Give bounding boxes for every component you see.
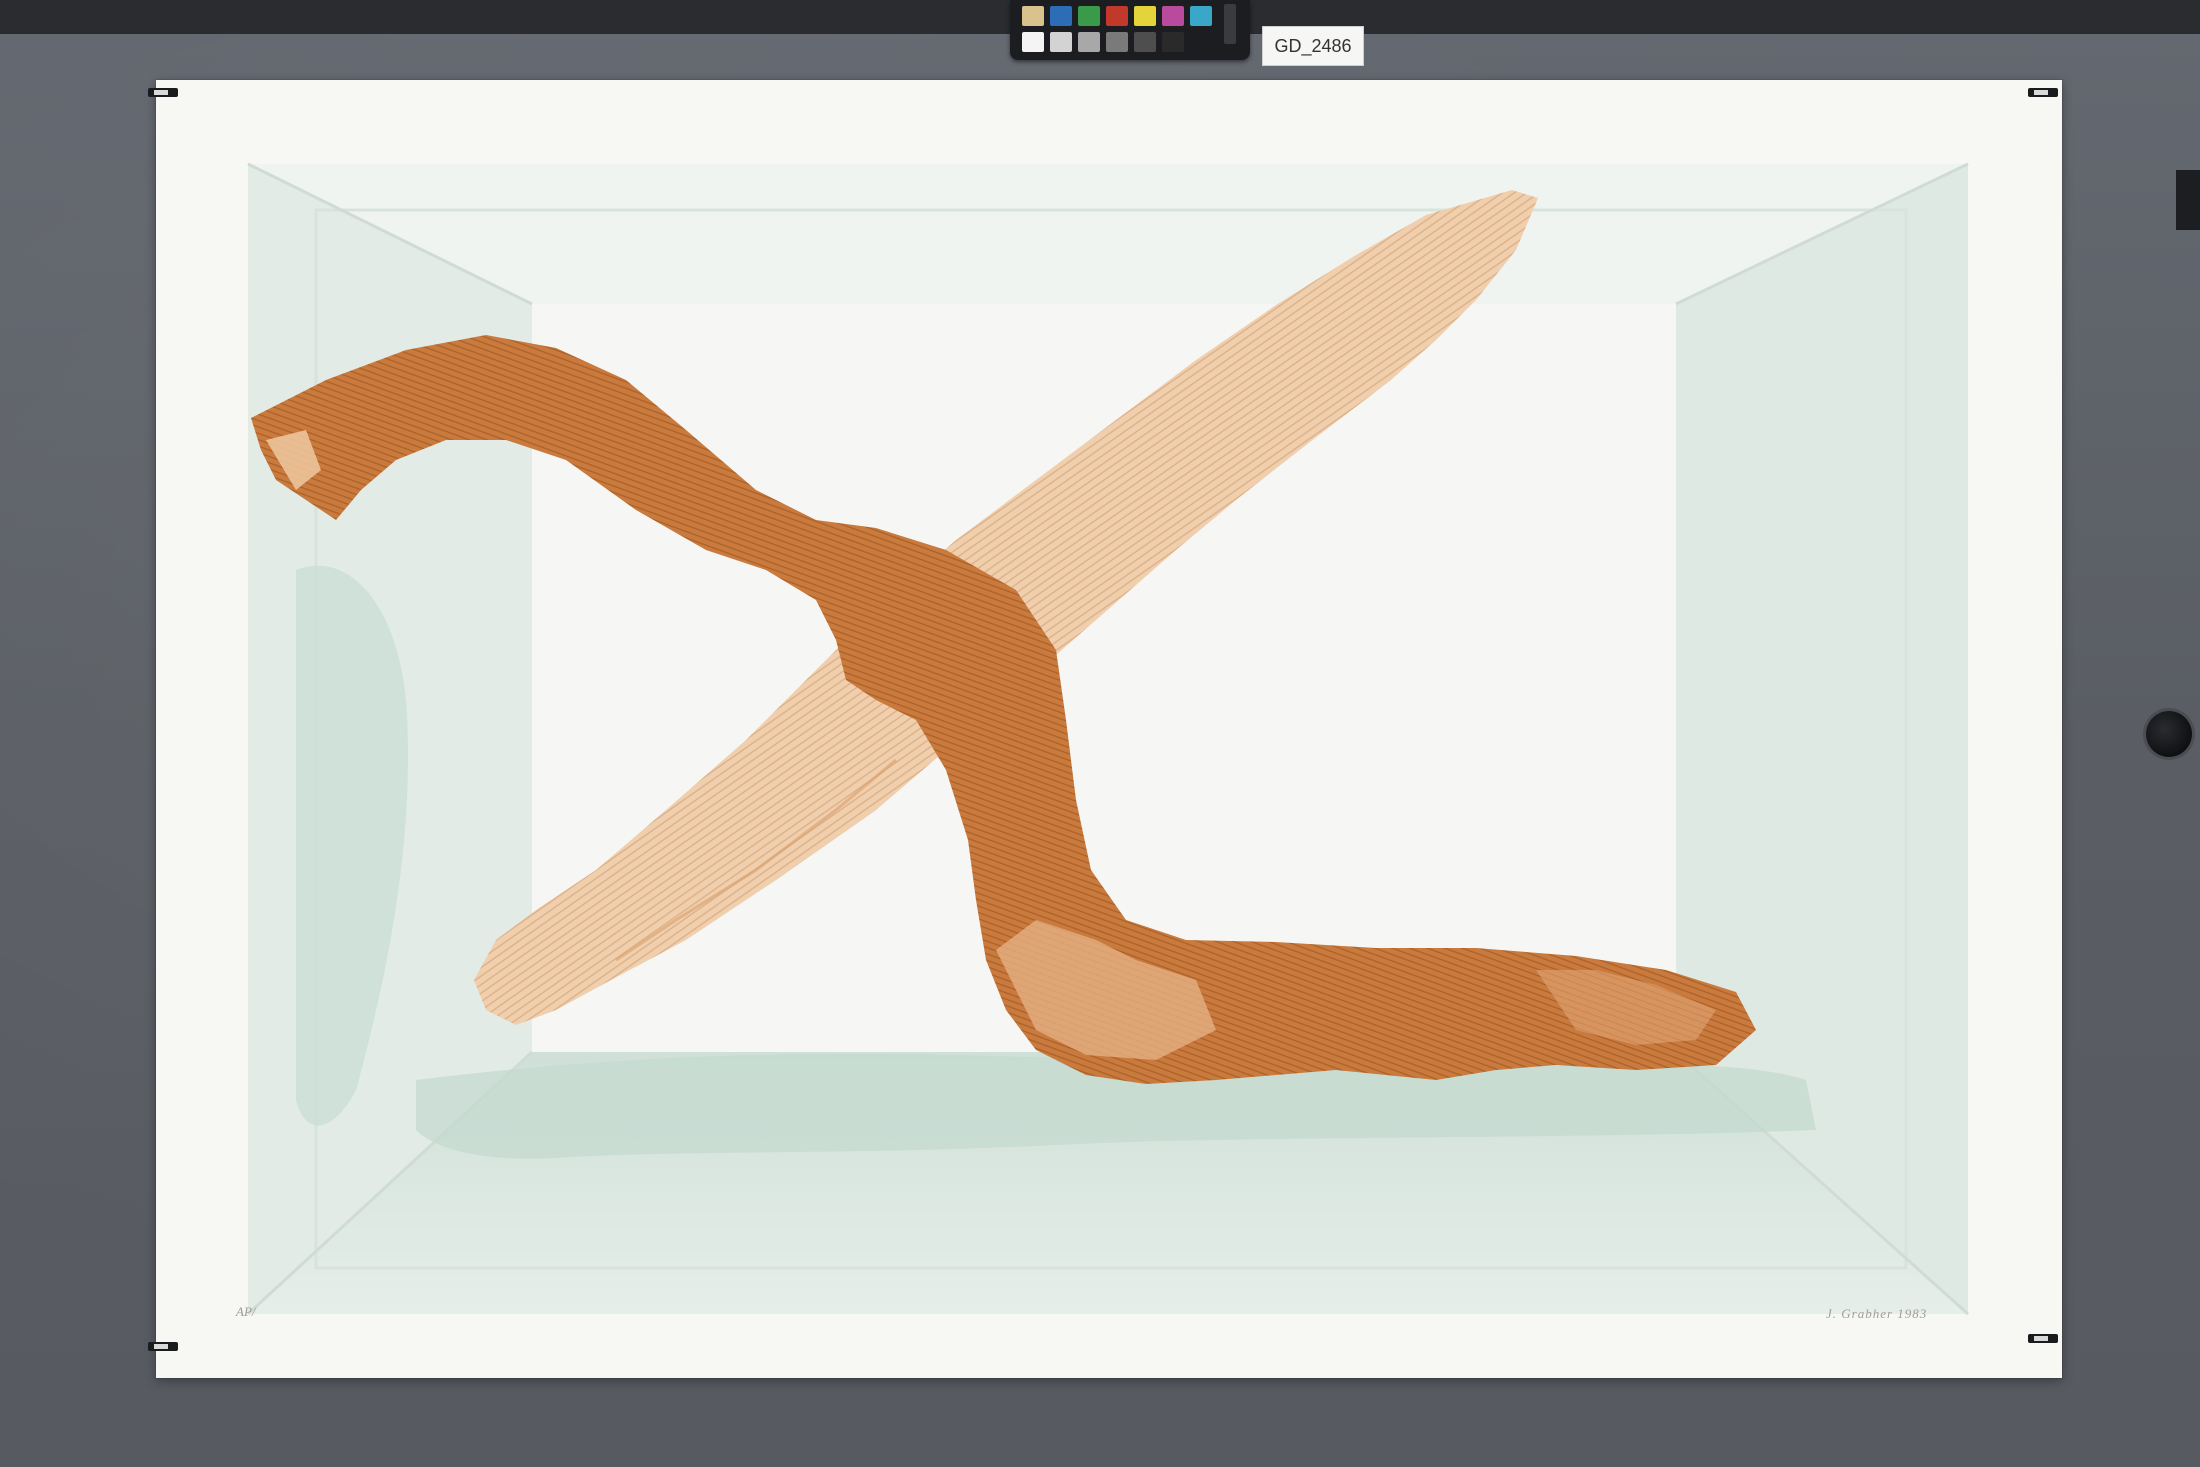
checker-brand-strip bbox=[1224, 4, 1236, 44]
checker-patch bbox=[1078, 32, 1100, 52]
checker-patch bbox=[1106, 32, 1128, 52]
checker-patch bbox=[1106, 6, 1128, 26]
checker-patch bbox=[1134, 32, 1156, 52]
checker-patch bbox=[1022, 6, 1044, 26]
mount-clip bbox=[2028, 1334, 2058, 1343]
checker-patch bbox=[1050, 6, 1072, 26]
artist-signature: J. Grabher 1983 bbox=[1826, 1306, 1928, 1321]
scan-board: GD_2486 AP/ J. Grabher 1983 bbox=[0, 0, 2200, 1467]
checker-patch bbox=[1050, 32, 1072, 52]
checker-patch bbox=[1078, 6, 1100, 26]
artwork-image bbox=[246, 162, 1970, 1316]
checker-patch bbox=[1134, 6, 1156, 26]
edition-number: AP/ bbox=[236, 1304, 256, 1319]
checker-patch bbox=[1162, 32, 1184, 52]
mount-screw-icon bbox=[2146, 711, 2192, 757]
color-checker-card bbox=[1010, 0, 1250, 60]
mount-clip bbox=[148, 88, 178, 97]
mount-clip bbox=[148, 1342, 178, 1351]
mount-clip bbox=[2028, 88, 2058, 97]
checker-patch bbox=[1190, 6, 1212, 26]
edge-tab bbox=[2176, 170, 2200, 230]
checker-patch bbox=[1022, 32, 1044, 52]
box-ceiling bbox=[248, 164, 1968, 304]
checker-patch bbox=[1162, 6, 1184, 26]
scan-id-label: GD_2486 bbox=[1262, 26, 1364, 66]
print-sheet: AP/ J. Grabher 1983 bbox=[148, 80, 2062, 1378]
